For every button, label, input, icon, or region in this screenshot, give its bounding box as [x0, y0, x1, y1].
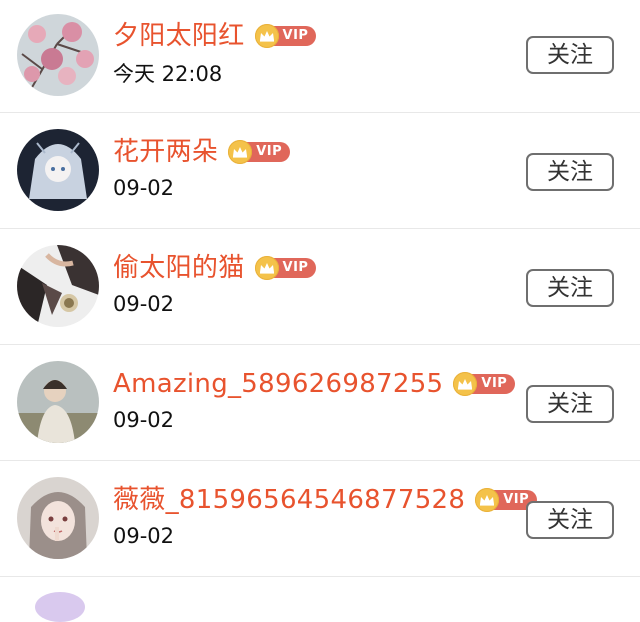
avatar[interactable] — [17, 245, 99, 327]
list-item[interactable]: 薇薇_81596564546877528 VIP 09-02 关注 — [0, 461, 640, 577]
follow-button[interactable]: 关注 — [526, 153, 614, 191]
timestamp: 09-02 — [113, 408, 175, 432]
crown-icon — [254, 24, 279, 48]
anime-girl-avatar — [17, 129, 99, 211]
timestamp: 09-02 — [113, 292, 175, 316]
girl-landscape-avatar — [17, 361, 99, 443]
list-item[interactable]: 偷太阳的猫 VIP 09-02 关注 — [0, 229, 640, 345]
follower-list: 夕阳太阳红 VIP 今天 22:08 关注 花开两朵 VIP 09-02 关注 … — [0, 0, 640, 622]
avatar[interactable] — [35, 592, 85, 622]
avatar[interactable] — [17, 14, 99, 96]
vip-label: VIP — [246, 142, 291, 162]
timestamp: 09-02 — [113, 524, 175, 548]
anime-portrait-avatar — [17, 477, 99, 559]
follow-button[interactable]: 关注 — [526, 501, 614, 539]
vip-label: VIP — [272, 26, 317, 46]
avatar[interactable] — [17, 477, 99, 559]
vip-badge: VIP — [453, 372, 516, 396]
follow-button[interactable]: 关注 — [526, 269, 614, 307]
vip-badge: VIP — [228, 140, 291, 164]
timestamp: 今天 22:08 — [113, 62, 223, 86]
list-item[interactable]: 夕阳太阳红 VIP 今天 22:08 关注 — [0, 0, 640, 113]
timestamp: 09-02 — [113, 176, 175, 200]
list-item[interactable]: Amazing_589626987255 VIP 09-02 关注 — [0, 345, 640, 461]
crown-icon — [254, 256, 279, 280]
sailor-uniform-avatar — [17, 245, 99, 327]
vip-badge: VIP — [254, 24, 317, 48]
user-name[interactable]: 薇薇_81596564546877528 — [113, 484, 465, 516]
avatar[interactable] — [17, 361, 99, 443]
vip-label: VIP — [471, 374, 516, 394]
cherry-blossom-avatar — [17, 14, 99, 96]
user-name[interactable]: 偷太阳的猫 — [113, 252, 245, 284]
follow-button[interactable]: 关注 — [526, 385, 614, 423]
list-item[interactable]: 花开两朵 VIP 09-02 关注 — [0, 113, 640, 229]
avatar[interactable] — [17, 129, 99, 211]
user-name[interactable]: Amazing_589626987255 — [113, 368, 443, 400]
follow-button[interactable]: 关注 — [526, 36, 614, 74]
user-name[interactable]: 夕阳太阳红 — [113, 20, 245, 52]
vip-badge: VIP — [254, 256, 317, 280]
vip-label: VIP — [272, 258, 317, 278]
user-name[interactable]: 花开两朵 — [113, 136, 218, 168]
